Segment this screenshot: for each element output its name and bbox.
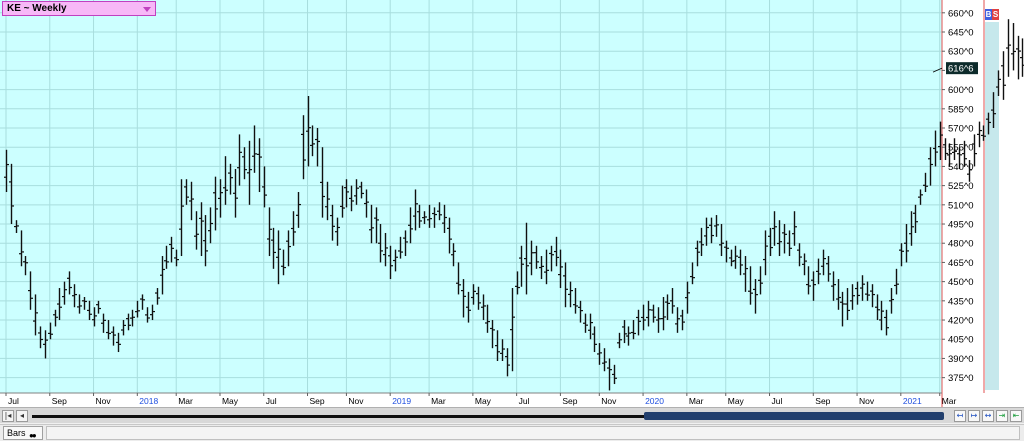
y-tick-label: 420^0 — [948, 316, 974, 327]
x-tick-label: May — [222, 396, 239, 406]
scroll-left-icon[interactable]: ◂ — [16, 410, 28, 422]
x-tick-label: May — [475, 396, 492, 406]
y-tick-label: 630^0 — [948, 47, 974, 58]
x-year-label: 2019 — [392, 396, 411, 406]
x-tick-label: Sep — [815, 396, 830, 406]
sell-button[interactable]: S — [992, 9, 999, 20]
y-tick-label: 645^0 — [948, 28, 974, 39]
status-bar: Bars ●● — [0, 424, 1024, 441]
y-tick-label: 660^0 — [948, 8, 974, 19]
x-tick-label: Jul — [8, 396, 19, 406]
y-tick-label: 495^0 — [948, 220, 974, 231]
scroll-start-icon[interactable]: |◂ — [2, 410, 14, 422]
y-tick-label: 510^0 — [948, 200, 974, 211]
y-tick-label: 450^0 — [948, 277, 974, 288]
x-year-label: 2021 — [903, 396, 922, 406]
x-tick-label: Mar — [689, 396, 704, 406]
y-tick-label: 540^0 — [948, 162, 974, 173]
x-tick-label: May — [728, 396, 745, 406]
x-tick-label: Mar — [431, 396, 446, 406]
x-tick-label: Sep — [562, 396, 577, 406]
x-tick-label: Nov — [348, 396, 364, 406]
symbol-selector[interactable]: KE ~ Weekly — [2, 1, 156, 16]
y-tick-label: 465^0 — [948, 258, 974, 269]
status-panel — [46, 426, 1020, 440]
x-tick-label: Nov — [859, 396, 875, 406]
price-chart[interactable]: 660^0645^0630^0615^0600^0585^0570^0555^0… — [0, 0, 1024, 407]
dropdown-arrow-icon[interactable] — [143, 7, 151, 12]
x-tick-label: Jul — [266, 396, 277, 406]
horizontal-scrollbar[interactable]: |◂ ◂ ↤ ↦ ↔ ⇥ ⇤ — [0, 407, 1024, 423]
y-tick-label: 585^0 — [948, 104, 974, 115]
glasses-icon: ●● — [29, 431, 37, 440]
chart-area: 660^0645^0630^0615^0600^0585^0570^0555^0… — [0, 0, 1024, 407]
x-tick-label: Nov — [96, 396, 112, 406]
bars-tab-label: Bars — [7, 428, 26, 438]
plot-background — [0, 0, 942, 393]
y-tick-label: 525^0 — [948, 181, 974, 192]
x-tick-label: Sep — [52, 396, 67, 406]
symbol-label: KE ~ Weekly — [7, 3, 67, 14]
x-tick-label: Sep — [310, 396, 325, 406]
last-price-label: 616^6 — [948, 64, 974, 75]
fit-icon[interactable]: ⇤ — [1010, 410, 1022, 422]
scroll-thumb[interactable] — [644, 412, 944, 420]
y-tick-label: 600^0 — [948, 85, 974, 96]
y-tick-label: 435^0 — [948, 296, 974, 307]
x-tick-label: Nov — [601, 396, 617, 406]
chart-window: 660^0645^0630^0615^0600^0585^0570^0555^0… — [0, 0, 1024, 441]
y-tick-label: 405^0 — [948, 335, 974, 346]
expand-icon[interactable]: ↔ — [982, 410, 994, 422]
y-tick-label: 570^0 — [948, 124, 974, 135]
y-tick-label: 480^0 — [948, 239, 974, 250]
zoom-out-icon[interactable]: ↤ — [954, 410, 966, 422]
bars-tab[interactable]: Bars ●● — [3, 426, 43, 440]
x-year-label: 2020 — [645, 396, 664, 406]
y-tick-label: 555^0 — [948, 143, 974, 154]
compress-icon[interactable]: ⇥ — [996, 410, 1008, 422]
x-tick-label: Mar — [942, 396, 957, 406]
scroll-track[interactable] — [32, 415, 644, 418]
x-tick-label: Jul — [519, 396, 530, 406]
price-axis-scroll[interactable] — [985, 22, 999, 390]
y-tick-label: 390^0 — [948, 354, 974, 365]
buy-button[interactable]: B — [985, 9, 992, 20]
y-tick-label: 375^0 — [948, 373, 974, 384]
x-tick-label: Mar — [178, 396, 193, 406]
zoom-in-icon[interactable]: ↦ — [968, 410, 980, 422]
x-tick-label: Jul — [772, 396, 783, 406]
x-year-label: 2018 — [139, 396, 158, 406]
